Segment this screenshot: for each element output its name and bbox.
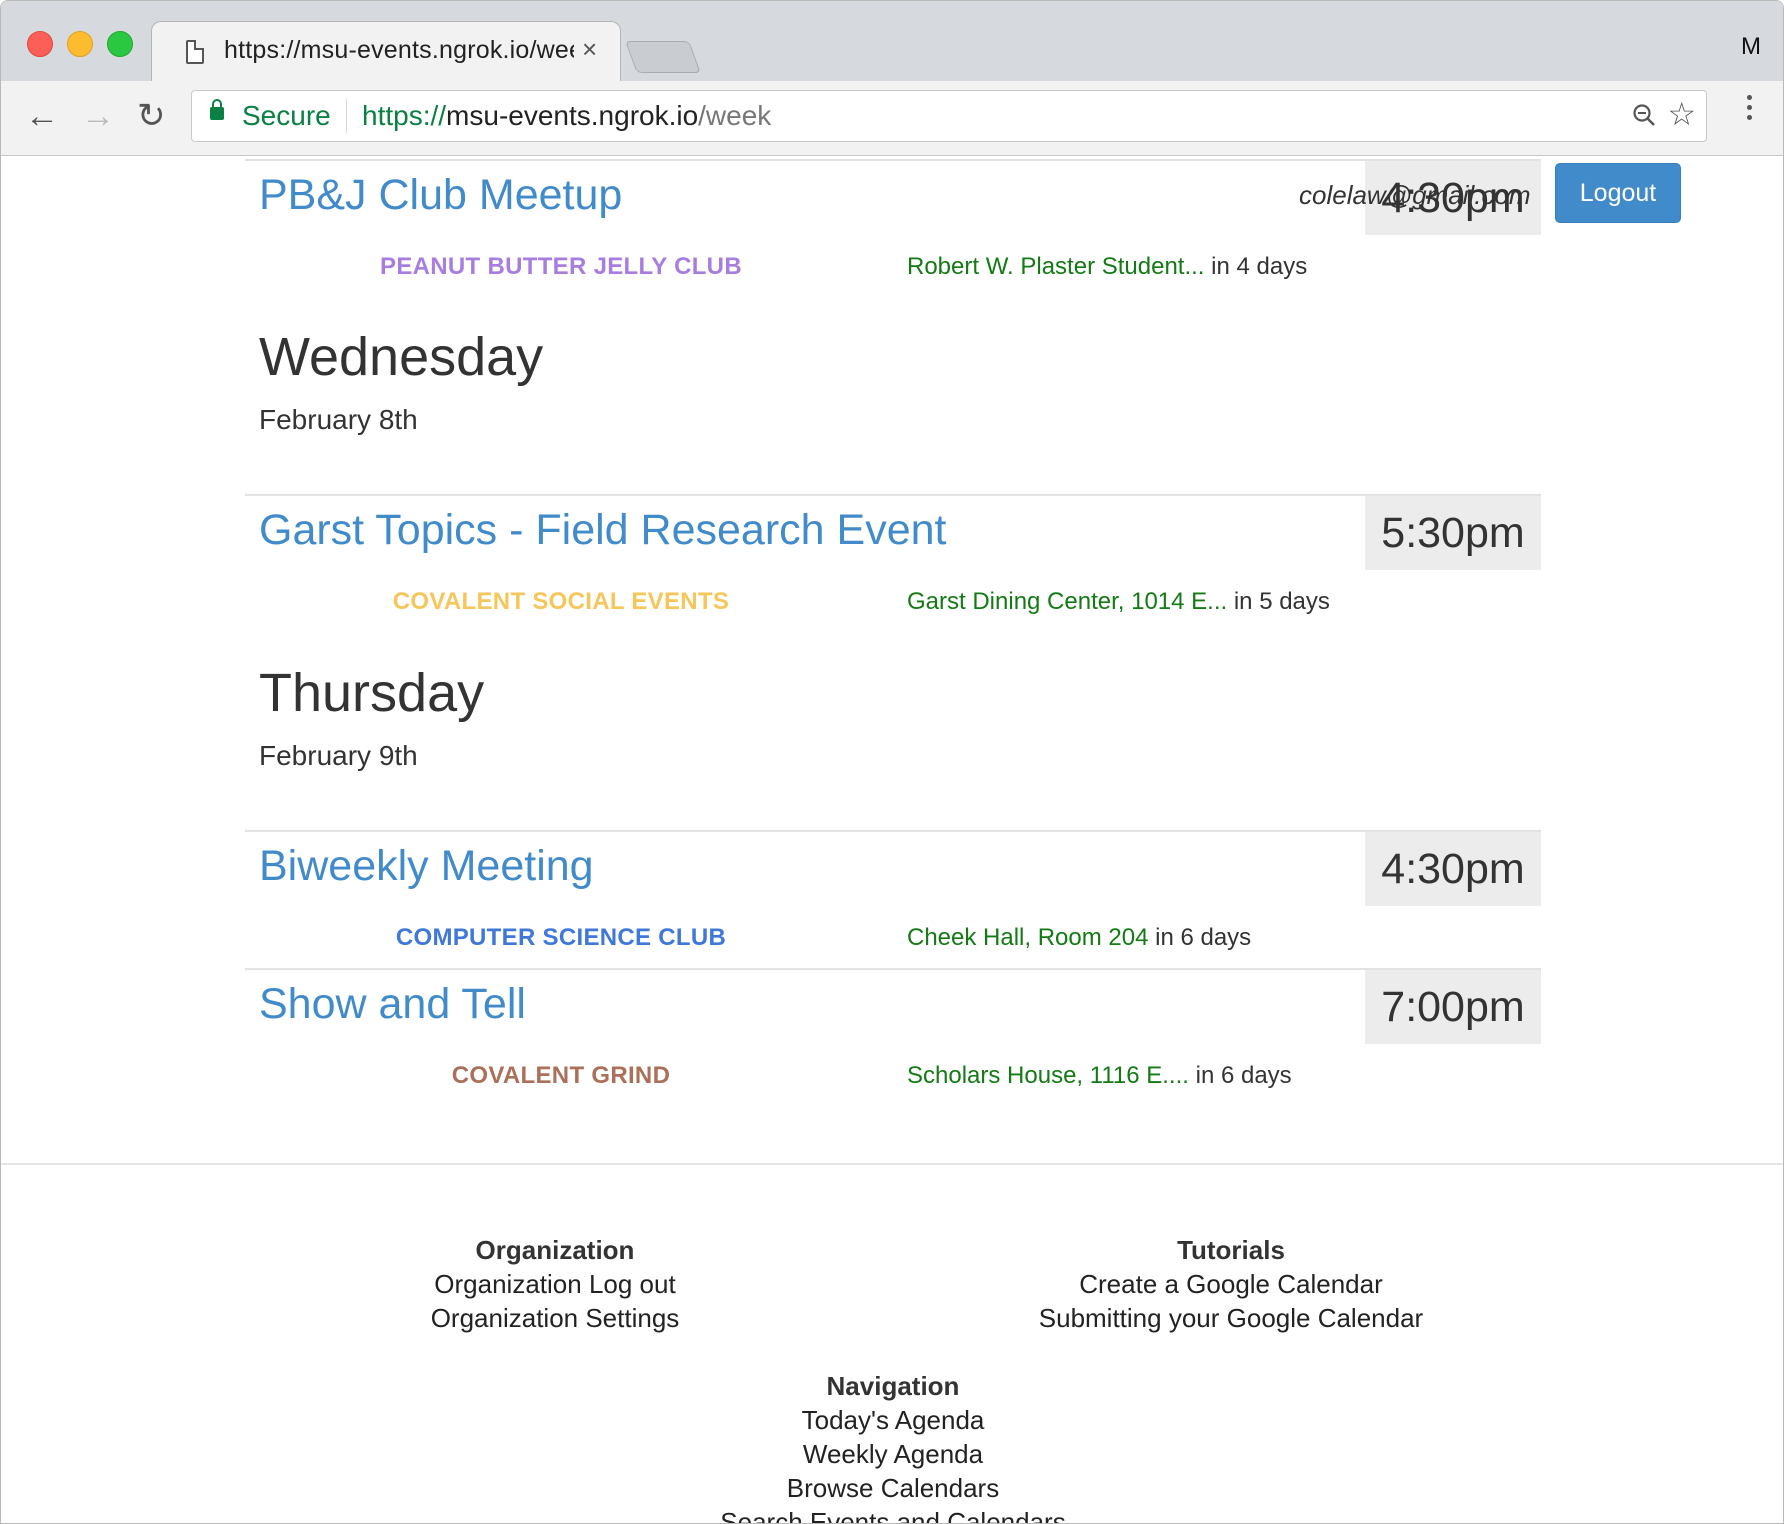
event-row: Biweekly Meeting 4:30pm COMPUTER SCIENCE…	[245, 830, 1541, 968]
maximize-window-button[interactable]	[107, 31, 133, 57]
event-location: Robert W. Plaster Student... in 4 days	[907, 253, 1307, 281]
event-location: Scholars House, 1116 E.... in 6 days	[907, 1062, 1292, 1090]
footer-heading: Organization	[475, 1235, 635, 1265]
address-bar[interactable]: Secure https://msu-events.ngrok.io/week …	[191, 90, 1707, 142]
address-separator	[346, 99, 347, 133]
browser-window: https://msu-events.ngrok.io/week × M ← →…	[0, 0, 1784, 1524]
tab-strip: https://msu-events.ngrok.io/week × M	[1, 1, 1783, 82]
close-tab-icon[interactable]: ×	[582, 34, 597, 65]
event-relative-time: in 6 days	[1188, 1062, 1292, 1089]
footer-link-search[interactable]: Search Events and Calendars	[693, 1505, 1093, 1523]
footer-link-org-settings[interactable]: Organization Settings	[405, 1301, 705, 1335]
event-relative-time: in 6 days	[1148, 924, 1252, 951]
event-row: PB&J Club Meetup 4:30pm PEANUT BUTTER JE…	[245, 159, 1541, 291]
event-title[interactable]: PB&J Club Meetup	[259, 171, 622, 220]
new-tab-button[interactable]	[625, 41, 701, 73]
footer-navigation: Navigation Today's Agenda Weekly Agenda …	[693, 1369, 1093, 1523]
event-location: Garst Dining Center, 1014 E... in 5 days	[907, 588, 1330, 616]
event-location: Cheek Hall, Room 204 in 6 days	[907, 924, 1251, 952]
event-location-link[interactable]: Garst Dining Center, 1014 E...	[907, 588, 1227, 615]
event-time: 7:00pm	[1365, 970, 1541, 1044]
bookmark-star-icon[interactable]: ☆	[1667, 95, 1696, 133]
url-path: /week	[698, 100, 772, 131]
back-arrow-icon[interactable]: ←	[25, 93, 59, 139]
lock-icon	[210, 99, 224, 120]
footer-link-weekly[interactable]: Weekly Agenda	[693, 1437, 1093, 1471]
footer-heading: Navigation	[826, 1371, 960, 1401]
forward-arrow-icon[interactable]: →	[81, 93, 115, 139]
day-heading: Wednesday	[259, 327, 544, 387]
footer-link-org-logout[interactable]: Organization Log out	[405, 1267, 705, 1301]
footer-link-today[interactable]: Today's Agenda	[693, 1403, 1093, 1437]
footer-organization: Organization Organization Log out Organi…	[405, 1233, 705, 1335]
event-organization[interactable]: COMPUTER SCIENCE CLUB	[311, 924, 811, 952]
browser-toolbar: ← → ↻ Secure https://msu-events.ngrok.io…	[1, 81, 1783, 156]
logout-button[interactable]: Logout	[1555, 163, 1681, 223]
event-location-link[interactable]: Scholars House, 1116 E....	[907, 1062, 1189, 1089]
event-location-link[interactable]: Cheek Hall, Room 204	[907, 924, 1148, 951]
day-date: February 8th	[259, 404, 418, 435]
profile-button[interactable]: M	[1741, 33, 1761, 61]
url-scheme: https://	[362, 100, 447, 131]
event-relative-time: in 5 days	[1227, 588, 1330, 615]
tab-title: https://msu-events.ngrok.io/week	[224, 36, 574, 64]
reload-icon[interactable]: ↻	[137, 93, 166, 139]
footer: Organization Organization Log out Organi…	[1, 1163, 1783, 1523]
event-organization[interactable]: COVALENT GRIND	[311, 1062, 811, 1090]
url-host: msu-events.ngrok.io	[446, 100, 699, 131]
zoom-icon[interactable]	[1632, 103, 1656, 127]
day-heading: Thursday	[259, 663, 485, 723]
event-title[interactable]: Garst Topics - Field Research Event	[259, 506, 946, 555]
secure-label: Secure	[242, 100, 331, 131]
day-date: February 9th	[259, 740, 418, 771]
event-organization[interactable]: PEANUT BUTTER JELLY CLUB	[311, 253, 811, 281]
browser-tab[interactable]: https://msu-events.ngrok.io/week ×	[151, 21, 621, 82]
footer-link-submit-calendar[interactable]: Submitting your Google Calendar	[1031, 1301, 1431, 1335]
footer-link-browse[interactable]: Browse Calendars	[693, 1471, 1093, 1505]
user-email: colelaw@gmail.com	[1299, 180, 1531, 210]
event-row: Garst Topics - Field Research Event 5:30…	[245, 494, 1541, 626]
event-organization[interactable]: COVALENT SOCIAL EVENTS	[311, 588, 811, 616]
url-text[interactable]: https://msu-events.ngrok.io/week	[362, 100, 771, 132]
event-time: 4:30pm	[1365, 832, 1541, 906]
event-title[interactable]: Biweekly Meeting	[259, 842, 594, 891]
event-relative-time: in 4 days	[1204, 253, 1308, 280]
event-title[interactable]: Show and Tell	[259, 980, 526, 1029]
close-window-button[interactable]	[27, 31, 53, 57]
page-content: colelaw@gmail.com Logout PB&J Club Meetu…	[1, 156, 1783, 1523]
event-time: 5:30pm	[1365, 496, 1541, 570]
footer-link-create-calendar[interactable]: Create a Google Calendar	[1031, 1267, 1431, 1301]
event-row: Show and Tell 7:00pm COVALENT GRIND Scho…	[245, 968, 1541, 1106]
event-location-link[interactable]: Robert W. Plaster Student...	[907, 253, 1204, 280]
minimize-window-button[interactable]	[67, 31, 93, 57]
footer-heading: Tutorials	[1177, 1235, 1285, 1265]
menu-dots-icon[interactable]	[1747, 95, 1753, 125]
footer-tutorials: Tutorials Create a Google Calendar Submi…	[1031, 1233, 1431, 1335]
page-icon	[186, 40, 204, 64]
